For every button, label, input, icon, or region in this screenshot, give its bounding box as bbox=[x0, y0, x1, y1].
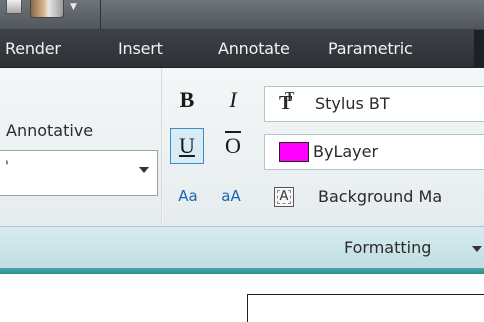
formatting-panel-title[interactable]: Formatting bbox=[344, 238, 431, 257]
text-style-dropdown[interactable]: ' bbox=[0, 150, 158, 196]
overline-button[interactable]: O bbox=[218, 128, 248, 160]
panel-footer: Formatting bbox=[0, 226, 484, 268]
color-name: ByLayer bbox=[313, 142, 379, 161]
uppercase-button[interactable]: Aa bbox=[168, 180, 208, 212]
tab-bar-edge bbox=[474, 30, 484, 68]
underline-button[interactable]: U bbox=[170, 128, 204, 164]
color-dropdown[interactable]: ByLayer bbox=[264, 134, 484, 170]
background-mask-icon: A bbox=[274, 187, 294, 207]
quick-access-toolbar: ▼ bbox=[0, 0, 484, 30]
truetype-font-icon: TT bbox=[279, 90, 295, 114]
background-mask-button[interactable]: A Background Ma bbox=[264, 180, 484, 216]
color-swatch bbox=[279, 142, 309, 162]
tab-render[interactable]: Render bbox=[5, 39, 61, 58]
text-style-value: ' bbox=[5, 159, 9, 175]
arrow-icon[interactable] bbox=[6, 0, 22, 14]
dropdown-icon[interactable]: ▼ bbox=[70, 2, 77, 12]
tab-parametric[interactable]: Parametric bbox=[328, 39, 413, 58]
tab-insert[interactable]: Insert bbox=[118, 39, 163, 58]
bold-button[interactable]: B bbox=[172, 84, 202, 116]
ribbon-tab-bar: Render Insert Annotate Parametric bbox=[0, 30, 484, 68]
background-mask-label: Background Ma bbox=[318, 187, 443, 206]
font-dropdown[interactable]: TT Stylus BT bbox=[264, 86, 484, 122]
chevron-down-icon[interactable] bbox=[472, 246, 482, 252]
lowercase-button[interactable]: aA bbox=[211, 180, 251, 212]
font-name: Stylus BT bbox=[315, 94, 390, 113]
annotative-label: Annotative bbox=[6, 121, 94, 140]
paintbrush-icon[interactable] bbox=[30, 0, 64, 18]
separator bbox=[100, 0, 101, 30]
italic-button[interactable]: I bbox=[218, 84, 248, 116]
tab-annotate[interactable]: Annotate bbox=[218, 39, 290, 58]
drawing-area[interactable] bbox=[0, 274, 484, 322]
chevron-down-icon[interactable] bbox=[139, 167, 149, 173]
drawing-rectangle[interactable] bbox=[247, 294, 484, 322]
